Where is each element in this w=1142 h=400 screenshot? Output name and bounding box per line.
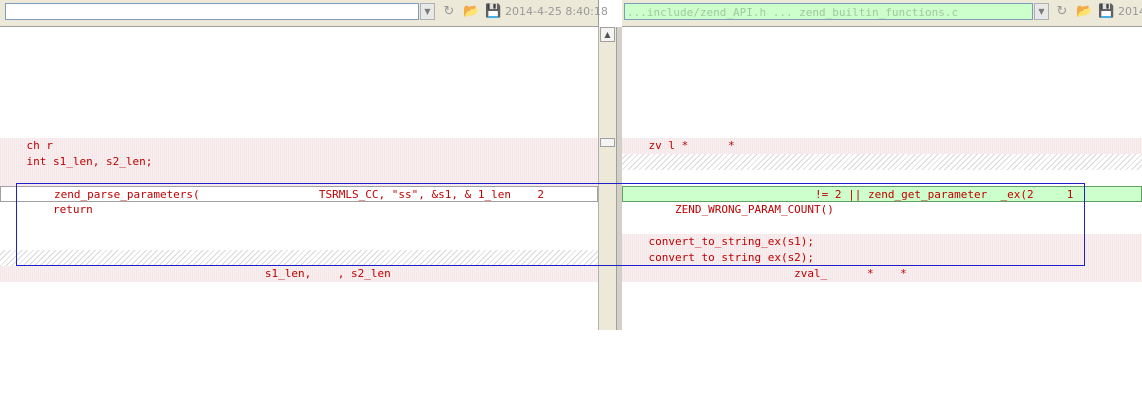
- right-timestamp: 2014: [1118, 5, 1142, 18]
- right-path-input[interactable]: ...include/zend_API.h ... zend_builtin_f…: [624, 3, 1033, 20]
- code-line: ZEND_WRONG_PARAM_COUNT(): [622, 203, 834, 216]
- save-icon: 💾: [485, 4, 502, 19]
- vertical-scrollbar[interactable]: ▲: [598, 27, 616, 330]
- scroll-up-button[interactable]: ▲: [600, 27, 615, 42]
- right-toolbar: ...include/zend_API.h ... zend_builtin_f…: [622, 0, 1142, 27]
- code-line-placeholder: [622, 154, 1142, 170]
- right-code-view[interactable]: zv l * * != 2 || zend_get_parameter _ex(…: [622, 27, 1142, 330]
- code-line-blank: [0, 170, 598, 186]
- left-path-dropdown-button[interactable]: ▼: [420, 3, 435, 20]
- left-path-input[interactable]: [5, 3, 419, 20]
- refresh-icon: ↻: [1056, 4, 1068, 19]
- chevron-down-icon: ▼: [1038, 7, 1045, 16]
- left-file-pane[interactable]: ▼ ↻ 📂 💾 2014-4-25 8:40:18 ch r int s1_le…: [0, 0, 608, 330]
- refresh-icon: ↻: [443, 4, 455, 19]
- code-line-current: != 2 || zend_get_parameter _ex(2 1: [622, 186, 1142, 202]
- code-line: zval_ * *: [622, 266, 1142, 282]
- left-refresh-button[interactable]: ↻: [441, 4, 457, 20]
- code-line: s1_len, , s2_len: [0, 266, 598, 282]
- code-line: ch r: [0, 138, 598, 154]
- scroll-thumb[interactable]: [600, 138, 615, 147]
- chevron-down-icon: ▼: [424, 7, 431, 16]
- code-line: convert to string ex(s2);: [622, 250, 1142, 266]
- right-file-pane[interactable]: ...include/zend_API.h ... zend_builtin_f…: [622, 0, 1142, 330]
- left-code-view[interactable]: ch r int s1_len, s2_len; zend_parse_para…: [0, 27, 598, 330]
- chevron-up-icon: ▲: [604, 30, 611, 39]
- left-open-button[interactable]: 📂: [463, 4, 479, 20]
- left-save-button[interactable]: 💾: [485, 4, 501, 20]
- left-toolbar: ▼ ↻ 📂 💾 2014-4-25 8:40:18: [0, 0, 608, 27]
- right-open-button[interactable]: 📂: [1076, 4, 1092, 20]
- code-line: convert_to_string_ex(s1);: [622, 234, 1142, 250]
- folder-open-icon: 📂: [463, 4, 480, 19]
- code-line: return: [0, 203, 93, 216]
- right-path-dropdown-button[interactable]: ▼: [1034, 3, 1049, 20]
- folder-open-icon: 📂: [1076, 4, 1093, 19]
- save-icon: 💾: [1098, 4, 1115, 19]
- right-refresh-button[interactable]: ↻: [1054, 4, 1070, 20]
- code-line-current: zend_parse_parameters( TSRMLS_CC, "ss", …: [0, 186, 598, 202]
- code-line: int s1_len, s2_len;: [0, 154, 598, 170]
- code-line: zv l * *: [622, 138, 1142, 154]
- code-line-placeholder: [0, 250, 598, 266]
- right-save-button[interactable]: 💾: [1098, 4, 1114, 20]
- left-timestamp: 2014-4-25 8:40:18: [505, 5, 608, 18]
